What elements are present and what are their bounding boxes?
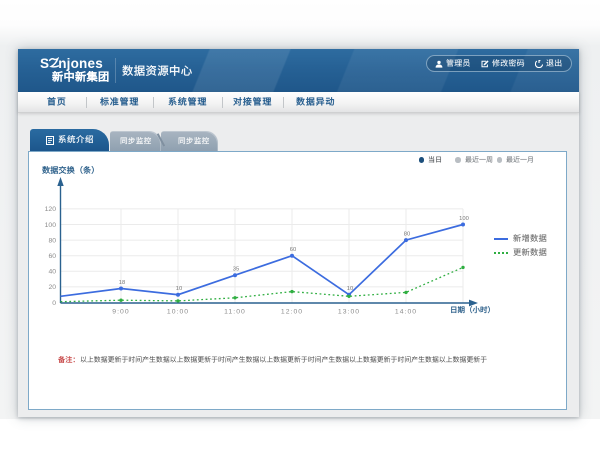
tab-label <box>58 135 94 145</box>
x-tick-label: 12:00 <box>281 309 303 316</box>
filter-label <box>506 156 534 164</box>
x-tick-label: 14:00 <box>395 309 417 316</box>
data-point-label: 18 <box>119 280 125 286</box>
data-point-marker <box>290 254 294 258</box>
data-point-marker <box>461 223 465 227</box>
tab-sync-monitor-1[interactable] <box>110 131 161 151</box>
tab-label <box>120 137 152 146</box>
brand-initial: S <box>40 57 49 70</box>
filter-radio-0[interactable] <box>419 156 443 164</box>
tab-label <box>178 137 210 146</box>
logout-button[interactable] <box>535 60 563 68</box>
nav-item-3[interactable] <box>223 97 283 108</box>
x-tick-label: 11:00 <box>224 309 246 316</box>
user-menu-label <box>446 59 471 68</box>
data-point-label: 10 <box>347 286 353 292</box>
brand-logo-latin: Snjones <box>40 57 110 70</box>
y-tick-label: 80 <box>48 237 56 244</box>
x-tick-label: 10:00 <box>167 309 189 316</box>
user-menu-button[interactable] <box>435 60 471 68</box>
x-tick-label: 9:00 <box>112 309 129 316</box>
power-icon <box>535 60 543 68</box>
user-toolbar <box>426 55 572 72</box>
y-tick-label: 0 <box>52 300 56 307</box>
brand-logo-chinese <box>52 71 110 84</box>
chart-panel: 0 20 40 60 80 100 120 9:00 10:00 11:00 12:00 13:00 1… <box>28 151 567 410</box>
radio-icon <box>455 157 461 163</box>
footnote <box>58 356 488 365</box>
data-point-marker <box>404 291 407 294</box>
data-point-marker <box>233 296 236 299</box>
data-point-marker <box>176 299 179 302</box>
change-password-button[interactable] <box>481 60 525 68</box>
app-header: Snjones <box>18 49 579 92</box>
nav-item-1[interactable] <box>87 97 153 108</box>
data-point-label: 10 <box>176 286 182 292</box>
data-point-marker <box>290 290 293 293</box>
footnote-label <box>58 356 80 365</box>
data-point-marker <box>461 266 464 269</box>
y-axis-arrow-icon <box>57 177 63 186</box>
edit-icon <box>481 60 489 68</box>
legend-swatch <box>494 238 508 240</box>
tab-sync-monitor-2[interactable] <box>161 131 218 151</box>
brand-logo: Snjones <box>40 57 110 84</box>
app-window: Snjones <box>18 49 579 417</box>
nav-item-label <box>100 97 140 108</box>
user-icon <box>435 60 443 68</box>
nav-item-4[interactable] <box>284 97 347 108</box>
filter-label <box>428 156 442 164</box>
nav-item-2[interactable] <box>154 97 222 108</box>
content-area: 0 20 40 60 80 100 120 9:00 10:00 11:00 12:00 13:00 1… <box>18 113 579 417</box>
app-title <box>122 65 193 78</box>
logout-label <box>546 59 563 68</box>
data-point-marker <box>347 295 350 298</box>
brand-rest: njones <box>58 57 103 70</box>
legend-item-0 <box>494 233 547 245</box>
data-point-marker <box>119 287 123 291</box>
chart-legend <box>494 233 547 262</box>
nav-item-label <box>233 97 273 108</box>
x-tick-label: 13:00 <box>338 309 360 316</box>
nav-item-label <box>296 97 336 108</box>
range-filters <box>419 156 535 164</box>
main-nav <box>18 92 579 113</box>
chart-canvas: 0 20 40 60 80 100 120 9:00 10:00 11:00 12:00 13:00 1… <box>29 172 566 342</box>
radio-selected-icon <box>419 157 425 163</box>
filter-radio-2[interactable] <box>497 156 535 164</box>
footnote-text <box>80 356 488 365</box>
change-password-label <box>492 59 525 68</box>
y-tick-label: 120 <box>45 206 57 213</box>
legend-label <box>513 248 547 258</box>
legend-label <box>513 234 547 244</box>
filter-radio-1[interactable] <box>455 156 493 164</box>
nav-item-label <box>168 97 208 108</box>
header-divider <box>115 58 116 83</box>
nav-item-0[interactable] <box>28 97 86 108</box>
data-point-label: 60 <box>290 247 296 253</box>
y-tick-label: 100 <box>45 222 57 229</box>
y-tick-label: 40 <box>48 269 56 276</box>
data-point-label: 100 <box>459 216 469 222</box>
data-point-marker <box>176 293 180 297</box>
radio-icon <box>497 157 503 163</box>
legend-item-1 <box>494 247 547 259</box>
filter-label <box>465 156 493 164</box>
data-point-marker <box>233 273 237 277</box>
y-tick-label: 60 <box>48 253 56 260</box>
x-axis-title <box>450 306 495 315</box>
data-point-marker <box>404 238 408 242</box>
data-point-marker <box>119 299 122 302</box>
data-point-label: 35 <box>233 267 239 273</box>
document-icon <box>46 136 54 145</box>
tab-system-intro[interactable] <box>30 129 109 151</box>
legend-swatch <box>494 252 508 254</box>
data-point-label: 80 <box>404 232 410 238</box>
y-tick-label: 20 <box>48 284 56 291</box>
nav-item-label <box>47 97 67 108</box>
line-chart: 0 20 40 60 80 100 120 9:00 10:00 11:00 12:00 13:00 1… <box>29 172 566 342</box>
